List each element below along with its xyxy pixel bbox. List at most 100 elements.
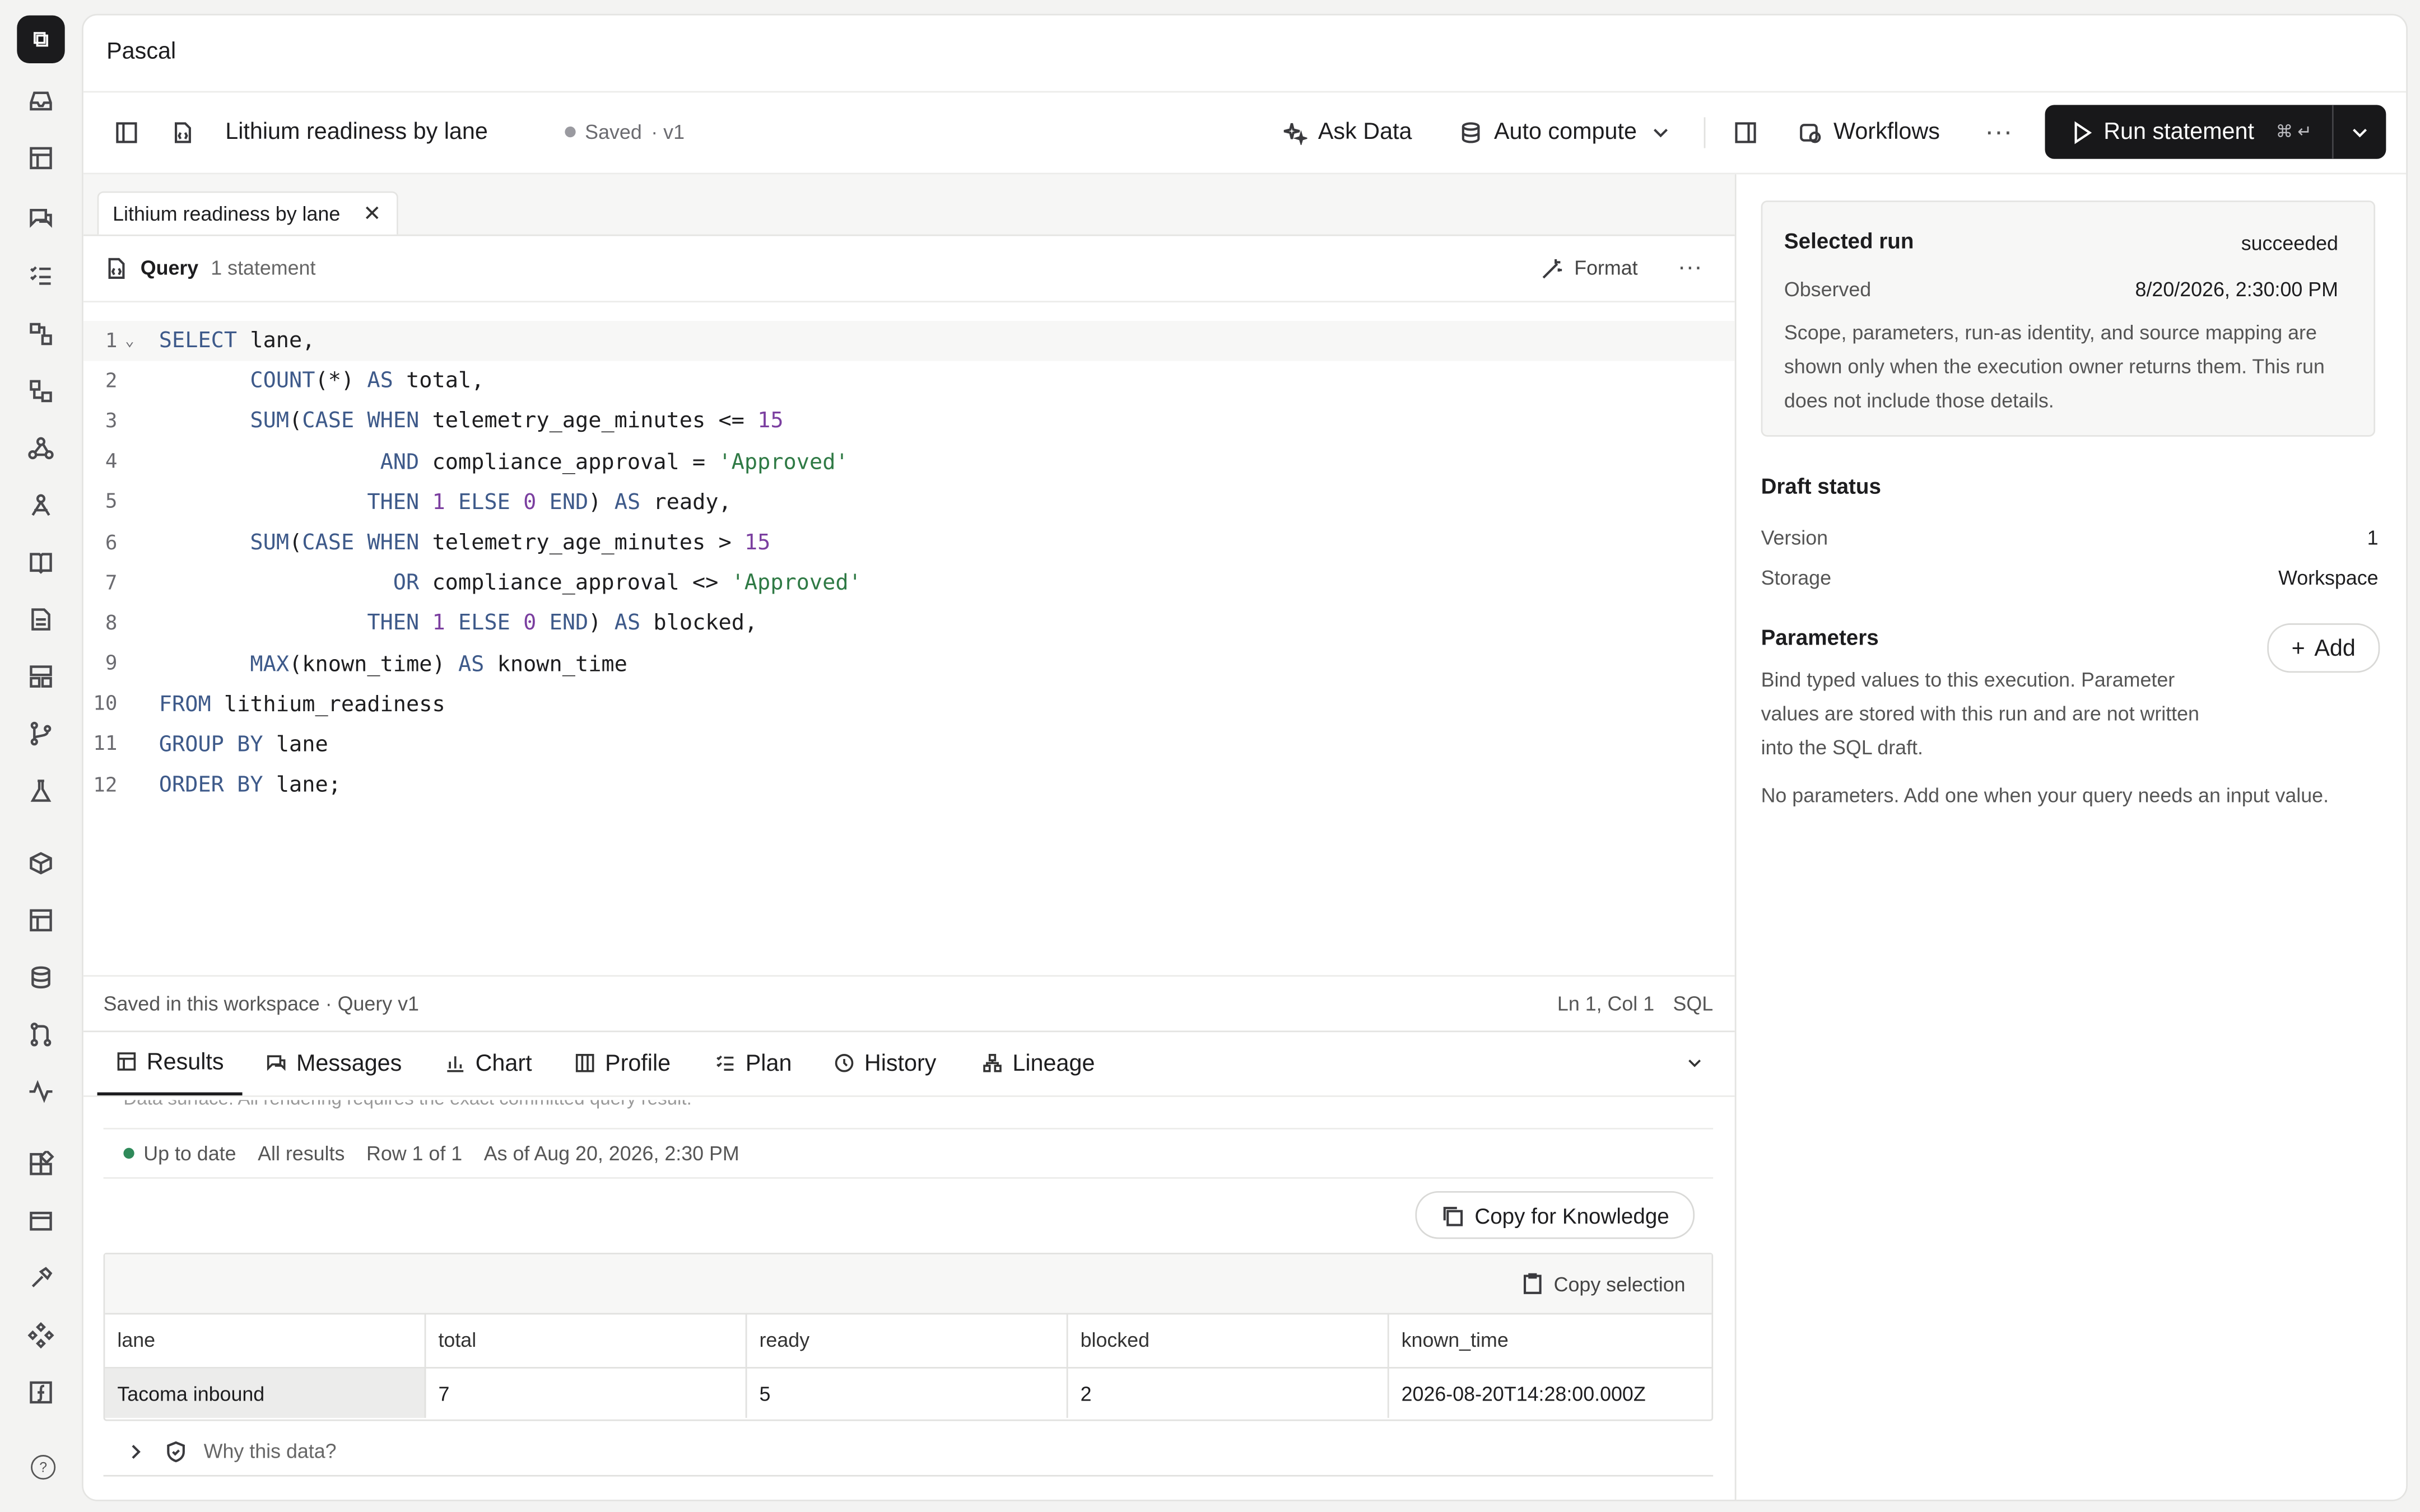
tab-chart[interactable]: Chart: [444, 1030, 532, 1095]
editor-tab-strip: Lithium readiness by lane ✕: [83, 174, 1735, 236]
browser-icon[interactable]: [25, 1205, 55, 1236]
tab-results[interactable]: Results: [97, 1030, 243, 1096]
code-file-icon: [170, 120, 194, 144]
function-icon[interactable]: [25, 1376, 55, 1407]
tasks-icon[interactable]: [25, 259, 55, 290]
code-line[interactable]: 2 COUNT(*) AS total,: [83, 361, 1735, 402]
panel-icon[interactable]: [25, 904, 55, 935]
database-icon[interactable]: [25, 961, 55, 992]
editor-status-bar: Saved in this workspace · Query v1 Ln 1,…: [83, 975, 1735, 1033]
table-cell-ready[interactable]: 5: [747, 1368, 1068, 1418]
code-line[interactable]: 9 MAX(known_time) AS known_time: [83, 644, 1735, 684]
editor-tab[interactable]: Lithium readiness by lane ✕: [97, 191, 398, 235]
workflows-button[interactable]: Workflows: [1798, 91, 1940, 173]
more-menu-button[interactable]: ···: [1985, 91, 2013, 173]
code-text: ORDER BY lane;: [159, 773, 341, 798]
tab-messages[interactable]: Messages: [266, 1030, 402, 1095]
close-icon[interactable]: ✕: [363, 200, 381, 227]
column-header-blocked[interactable]: blocked: [1068, 1313, 1389, 1369]
layout-icon[interactable]: [25, 660, 55, 691]
table-cell-lane[interactable]: Tacoma inbound: [105, 1368, 426, 1418]
document-icon[interactable]: [25, 603, 55, 634]
document-title[interactable]: Lithium readiness by lane: [225, 91, 488, 173]
format-label: Format: [1574, 256, 1638, 279]
flask-icon[interactable]: [25, 774, 55, 805]
code-line[interactable]: 12 ORDER BY lane;: [83, 766, 1735, 806]
hammer-icon[interactable]: [25, 1262, 55, 1293]
tab-results-label: Results: [146, 1048, 224, 1075]
ask-data-button[interactable]: Ask Data: [1282, 91, 1412, 173]
code-line[interactable]: 4 AND compliance_approval = 'Approved': [83, 442, 1735, 483]
column-header-ready[interactable]: ready: [747, 1313, 1068, 1369]
activity-icon[interactable]: [25, 1075, 55, 1106]
components-icon[interactable]: [25, 1319, 55, 1350]
code-line[interactable]: 8 THEN 1 ELSE 0 END) AS blocked,: [83, 604, 1735, 644]
tab-profile-label: Profile: [605, 1049, 671, 1076]
lineage-icon: [983, 1053, 1002, 1072]
query-more-button[interactable]: ···: [1678, 254, 1702, 282]
table-cell-known-time[interactable]: 2026-08-20T14:28:00.000Z: [1389, 1369, 1712, 1418]
parameters-description: Bind typed values to this execution. Par…: [1761, 668, 2199, 759]
add-parameter-button[interactable]: + Add: [2267, 623, 2380, 673]
apps-icon[interactable]: [25, 1148, 55, 1179]
merge-icon[interactable]: [25, 1018, 55, 1049]
column-header-known-time[interactable]: known_time: [1389, 1313, 1712, 1369]
query-file-button[interactable]: [170, 91, 194, 173]
help-icon[interactable]: ?: [31, 1455, 56, 1480]
copy-for-knowledge-label: Copy for Knowledge: [1474, 1202, 1669, 1228]
flow-icon[interactable]: [25, 318, 55, 349]
code-editor[interactable]: 1 ⌄ SELECT lane, 2 COUNT(*) AS total, 3 SUM(…: [83, 321, 1735, 806]
code-line[interactable]: 1 ⌄ SELECT lane,: [83, 321, 1735, 362]
code-text: THEN 1 ELSE 0 END) AS blocked,: [367, 612, 758, 637]
code-line[interactable]: 11 GROUP BY lane: [83, 725, 1735, 766]
inbox-icon[interactable]: [25, 85, 55, 116]
why-this-data-toggle[interactable]: Why this data?: [103, 1427, 1714, 1477]
column-header-total[interactable]: total: [426, 1313, 747, 1369]
clipped-notice-text: Data surface: All rendering requires the…: [123, 1100, 691, 1109]
plus-icon: +: [2291, 634, 2305, 661]
line-number: 1: [105, 329, 118, 353]
version-label: · v1: [651, 120, 685, 144]
tab-profile[interactable]: Profile: [574, 1030, 671, 1095]
sidebar-toggle-button[interactable]: [114, 91, 139, 173]
storage-key: Storage: [1761, 566, 1832, 590]
fold-chevron-icon[interactable]: ⌄: [125, 333, 134, 349]
right-panel-toggle-button[interactable]: [1733, 91, 1758, 173]
parameters-title: Parameters: [1761, 624, 1879, 650]
run-options-chevron-icon[interactable]: [2348, 120, 2372, 145]
table-icon[interactable]: [25, 142, 55, 172]
selected-run-title: Selected run: [1784, 228, 1914, 253]
auto-compute-dropdown[interactable]: Auto compute: [1459, 91, 1673, 173]
tab-history[interactable]: History: [834, 1030, 936, 1095]
package-search-icon[interactable]: [25, 847, 55, 878]
shield-check-icon: [164, 1439, 188, 1463]
editor-region: Lithium readiness by lane ✕ Query 1 stat…: [83, 174, 1737, 1500]
book-icon[interactable]: [25, 546, 55, 577]
tab-lineage[interactable]: Lineage: [981, 1030, 1095, 1095]
table-cell-blocked[interactable]: 2: [1068, 1368, 1389, 1418]
result-scope: All results: [258, 1141, 345, 1165]
code-line[interactable]: 6 SUM(CASE WHEN telemetry_age_minutes > …: [83, 523, 1735, 563]
code-line[interactable]: 7 OR compliance_approval <> 'Approved': [83, 563, 1735, 604]
webhook-icon[interactable]: [25, 432, 55, 463]
code-line[interactable]: 5 THEN 1 ELSE 0 END) AS ready,: [83, 483, 1735, 523]
run-statement-button[interactable]: Run statement ⌘ ↵: [2045, 105, 2386, 159]
code-line[interactable]: 10 FROM lithium_readiness: [83, 684, 1735, 725]
line-number: 8: [105, 612, 118, 636]
branch-icon[interactable]: [25, 717, 55, 748]
pipeline-icon[interactable]: [25, 375, 55, 405]
collapse-results-button[interactable]: [1684, 1030, 1706, 1095]
table-cell-total[interactable]: 7: [426, 1368, 747, 1418]
graph-icon[interactable]: [25, 489, 55, 520]
app-logo[interactable]: ⧉: [17, 15, 65, 63]
copy-selection-button[interactable]: Copy selection: [1520, 1271, 1686, 1296]
line-number: 3: [105, 410, 118, 434]
chat-icon[interactable]: [25, 202, 55, 233]
observed-label: Observed: [1784, 277, 1872, 301]
format-button[interactable]: Format: [1541, 255, 1638, 280]
line-number: 4: [105, 450, 118, 474]
code-line[interactable]: 3 SUM(CASE WHEN telemetry_age_minutes <=…: [83, 402, 1735, 442]
column-header-lane[interactable]: lane: [105, 1313, 426, 1369]
copy-for-knowledge-button[interactable]: Copy for Knowledge: [1415, 1191, 1695, 1239]
tab-plan[interactable]: Plan: [715, 1030, 792, 1095]
